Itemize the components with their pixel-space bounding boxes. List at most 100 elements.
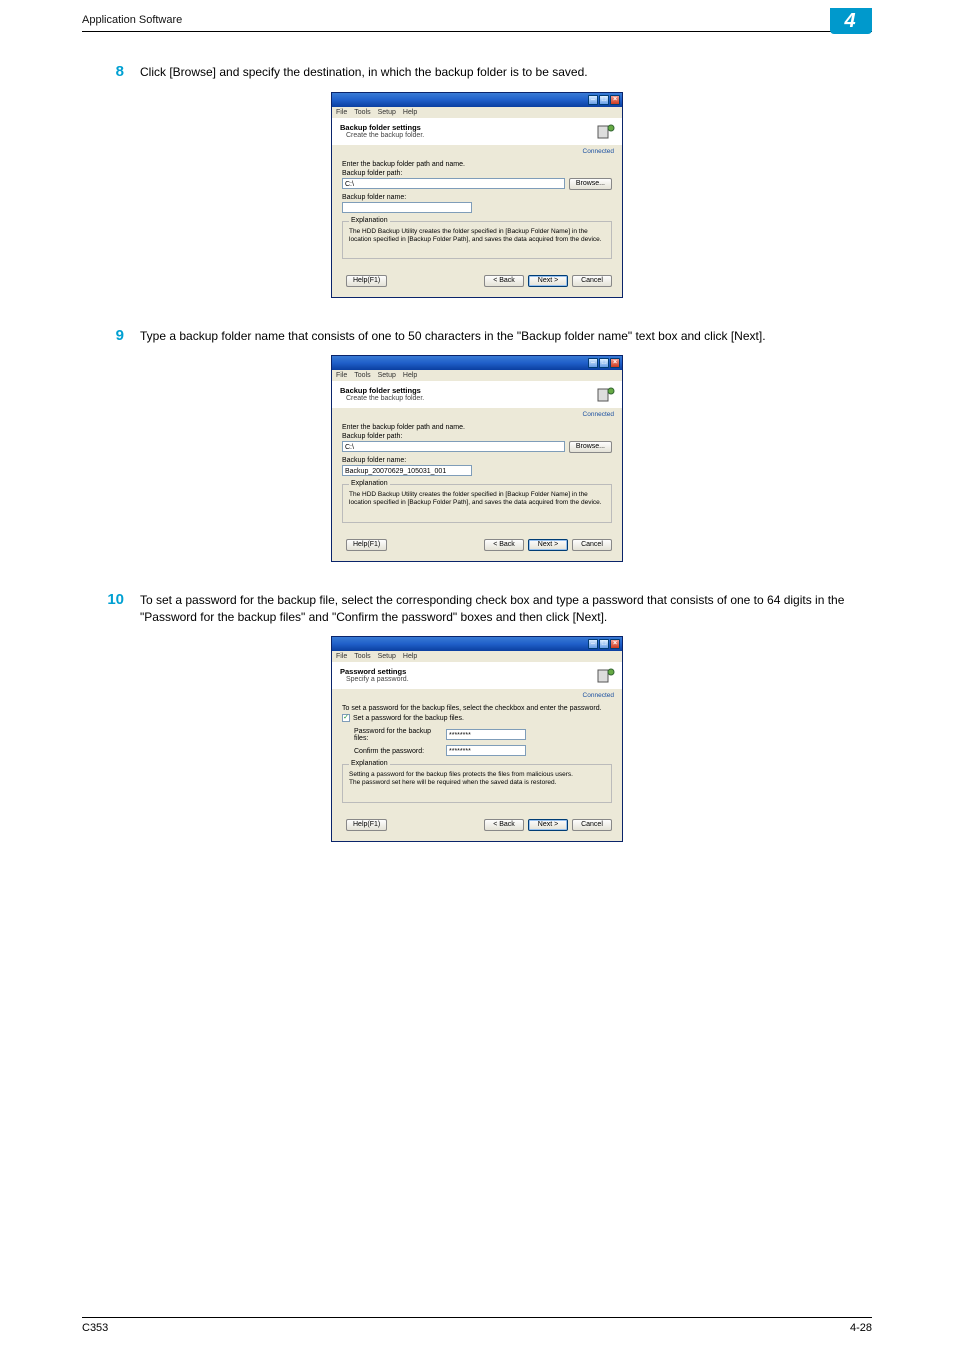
path-input[interactable]: C:\ [342,441,565,452]
menu-tools[interactable]: Tools [354,109,370,116]
explanation-group: Explanation Setting a password for the b… [342,764,612,802]
wizard-subtitle: Create the backup folder. [340,395,614,402]
step-text: Click [Browse] and specify the destinati… [140,62,872,82]
explanation-text: The HDD Backup Utility creates the folde… [349,491,605,507]
wizard-title: Backup folder settings [340,386,614,395]
titlebar: – □ × [332,93,622,107]
step-number: 9 [82,326,140,346]
help-button[interactable]: Help(F1) [346,275,387,287]
step-text: Type a backup folder name that consists … [140,326,872,346]
wizard-subtitle: Specify a password. [340,676,614,683]
close-icon[interactable]: × [610,358,620,368]
menu-help[interactable]: Help [403,372,417,379]
confirm-label: Confirm the password: [354,748,440,755]
page-footer: C353 4-28 [82,1317,872,1334]
menu-help[interactable]: Help [403,653,417,660]
maximize-icon[interactable]: □ [599,358,609,368]
step-number: 8 [82,62,140,82]
explanation-legend: Explanation [349,480,390,487]
back-button[interactable]: < Back [484,275,524,287]
wizard-title: Backup folder settings [340,123,614,132]
password-label: Password for the backup files: [354,728,440,742]
step-text: To set a password for the backup file, s… [140,590,872,627]
explanation-group: Explanation The HDD Backup Utility creat… [342,221,612,259]
explanation-legend: Explanation [349,217,390,224]
wizard-heading: Backup folder settings Create the backup… [332,382,622,408]
browse-button[interactable]: Browse... [569,441,612,453]
name-label: Backup folder name: [342,457,612,464]
enter-label: Enter the backup folder path and name. [342,424,612,431]
path-label: Backup folder path: [342,433,612,440]
path-input[interactable]: C:\ [342,178,565,189]
name-label: Backup folder name: [342,194,612,201]
cancel-button[interactable]: Cancel [572,819,612,831]
status-connected: Connected [332,145,622,159]
menu-setup[interactable]: Setup [378,653,396,660]
browse-button[interactable]: Browse... [569,178,612,190]
cancel-button[interactable]: Cancel [572,539,612,551]
status-connected: Connected [332,408,622,422]
step-number: 10 [82,590,140,627]
footer-left: C353 [82,1322,108,1334]
dialog-backup-settings-1: – □ × File Tools Setup Help Backup folde… [331,92,623,298]
explanation-text: Setting a password for the backup files … [349,771,605,787]
help-button[interactable]: Help(F1) [346,819,387,831]
step-8: 8 Click [Browse] and specify the destina… [82,62,872,82]
status-connected: Connected [332,689,622,703]
cancel-button[interactable]: Cancel [572,275,612,287]
enter-label: Enter the backup folder path and name. [342,161,612,168]
wizard-heading: Password settings Specify a password. [332,663,622,689]
explanation-group: Explanation The HDD Backup Utility creat… [342,484,612,522]
menubar: File Tools Setup Help [332,107,622,119]
explanation-legend: Explanation [349,760,390,767]
wizard-subtitle: Create the backup folder. [340,132,614,139]
wizard-heading: Backup folder settings Create the backup… [332,119,622,145]
close-icon[interactable]: × [610,95,620,105]
device-icon [596,666,616,686]
menu-file[interactable]: File [336,372,347,379]
help-button[interactable]: Help(F1) [346,539,387,551]
minimize-icon[interactable]: – [588,95,598,105]
explanation-text: The HDD Backup Utility creates the folde… [349,228,605,244]
titlebar: – □ × [332,356,622,370]
name-input[interactable]: Backup_20070629_105031_001 [342,465,472,476]
header-rule [82,31,872,32]
password-input[interactable]: ******** [446,729,526,740]
next-button[interactable]: Next > [528,539,568,551]
minimize-icon[interactable]: – [588,358,598,368]
chapter-tab: 4 [830,8,872,34]
dialog-password-settings: – □ × File Tools Setup Help Password set… [331,636,623,841]
back-button[interactable]: < Back [484,819,524,831]
next-button[interactable]: Next > [528,819,568,831]
device-icon [596,122,616,142]
menu-tools[interactable]: Tools [354,653,370,660]
next-button[interactable]: Next > [528,275,568,287]
menu-file[interactable]: File [336,109,347,116]
menu-file[interactable]: File [336,653,347,660]
dialog-backup-settings-2: – □ × File Tools Setup Help Backup folde… [331,355,623,561]
menu-tools[interactable]: Tools [354,372,370,379]
confirm-input[interactable]: ******** [446,745,526,756]
step-10: 10 To set a password for the backup file… [82,590,872,627]
maximize-icon[interactable]: □ [599,639,609,649]
maximize-icon[interactable]: □ [599,95,609,105]
back-button[interactable]: < Back [484,539,524,551]
set-password-checkbox[interactable]: ✓ [342,714,350,722]
minimize-icon[interactable]: – [588,639,598,649]
section-title: Application Software [82,14,182,26]
menubar: File Tools Setup Help [332,370,622,382]
path-label: Backup folder path: [342,170,612,177]
name-input[interactable] [342,202,472,213]
close-icon[interactable]: × [610,639,620,649]
footer-right: 4-28 [850,1322,872,1334]
menu-setup[interactable]: Setup [378,372,396,379]
menubar: File Tools Setup Help [332,651,622,663]
titlebar: – □ × [332,637,622,651]
menu-setup[interactable]: Setup [378,109,396,116]
device-icon [596,385,616,405]
set-password-label: Set a password for the backup files. [353,715,464,722]
wizard-title: Password settings [340,667,614,676]
menu-help[interactable]: Help [403,109,417,116]
intro-label: To set a password for the backup files, … [342,705,612,712]
step-9: 9 Type a backup folder name that consist… [82,326,872,346]
